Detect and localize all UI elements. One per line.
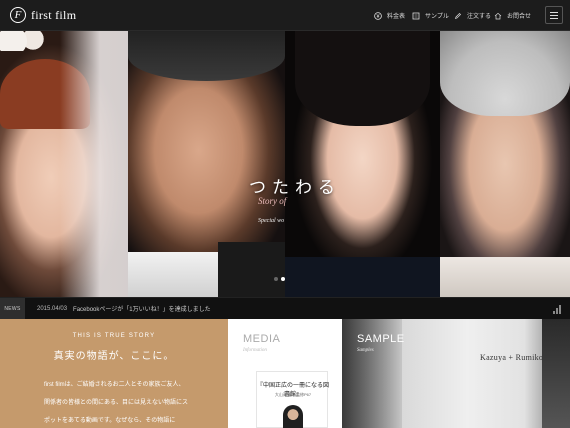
story-text-line: ポットをあてる動画です。なぜなら、その物語に [44, 418, 176, 424]
nav-item-sample[interactable]: サンプル [412, 0, 449, 31]
news-bar: NEWS 2015.04/03 Facebookページが「1万いいね！」を達成し… [0, 297, 570, 320]
media-subtitle: Information [243, 348, 267, 353]
logo-text: first film [31, 7, 77, 22]
book-author: 大山高 著者監修P67 [274, 392, 312, 397]
sample-subtitle: Samples [357, 348, 374, 353]
portrait-father [128, 31, 285, 297]
nav-label-order: 注文する [467, 14, 492, 20]
news-label: NEWS [0, 297, 25, 320]
media-card[interactable]: MEDIA Information 『中国正広の一冊になる図書館』 大山高 著者… [228, 319, 342, 428]
hero-slider[interactable]: つたわる Story of Special wo [0, 31, 570, 297]
nav-item-order[interactable]: 注文する [454, 0, 491, 31]
story-text-line: first filmは、ご結婚されるお二人とその家族ご友人、 [44, 382, 185, 388]
nav-label-sample: サンプル [425, 14, 449, 20]
story-kicker: THIS IS TRUE STORY [72, 333, 156, 339]
house-icon [494, 12, 502, 20]
nav-item-contact[interactable]: お問合せ [494, 0, 531, 31]
slider-dot-1[interactable] [274, 277, 278, 281]
sample-couple-names: Kazuya + Rumiko [480, 353, 544, 362]
logo-mark: F [10, 7, 26, 23]
site-header: F first film 料金表 サンプル 注文する お問合せ [0, 0, 570, 31]
media-title: MEDIA [243, 333, 281, 345]
nav-label-contact: お問合せ [507, 14, 532, 20]
hero-subtitle: Story of [258, 196, 287, 206]
story-card[interactable]: THIS IS TRUE STORY 真実の物語が、ここに。 first fil… [0, 319, 228, 428]
hamburger-icon[interactable] [545, 6, 563, 24]
story-title: 真実の物語が、ここに。 [53, 351, 175, 362]
portrait-grandmother [440, 31, 570, 297]
hero-subtitle-secondary: Special wo [258, 218, 285, 224]
sample-title: SAMPLE [357, 333, 405, 345]
portrait-girl [285, 31, 440, 297]
nav-label-pricing: 料金表 [387, 14, 406, 20]
sample-photo-figure [542, 319, 570, 428]
slider-dots [274, 277, 285, 281]
book-cover: 『中国正広の一冊になる図書館』 大山高 著者監修P67 [256, 371, 329, 428]
site-logo[interactable]: F first film [10, 7, 76, 23]
hero-title: つたわる [249, 178, 341, 198]
yen-icon [374, 11, 382, 20]
sample-card[interactable]: SAMPLE Samples Kazuya + Rumiko [342, 319, 570, 428]
news-link[interactable]: Facebookページが「1万いいね！」を達成しました [73, 304, 211, 313]
author-photo [283, 405, 303, 428]
signal-icon[interactable] [553, 304, 563, 314]
news-date: 2015.04/03 [37, 305, 68, 312]
film-icon [412, 12, 420, 20]
slider-dot-2[interactable] [281, 277, 285, 281]
pencil-icon [454, 12, 462, 20]
portrait-bride [0, 31, 128, 297]
nav-item-pricing[interactable]: 料金表 [374, 0, 405, 31]
story-text-line: 関係者の皆様との間にある、目には見えない物語にス [44, 400, 188, 406]
